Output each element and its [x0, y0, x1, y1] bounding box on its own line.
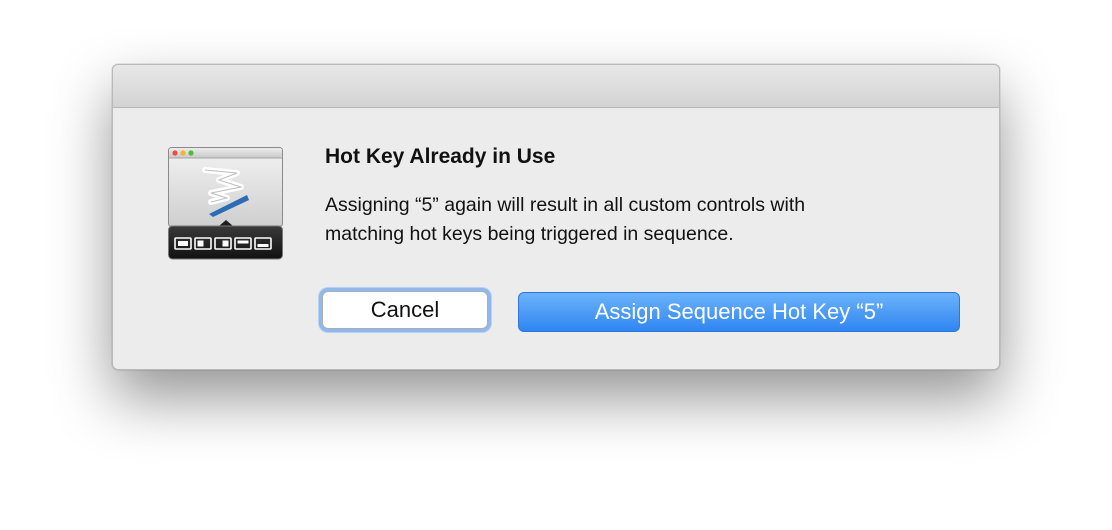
assign-sequence-hot-key-button[interactable]: Assign Sequence Hot Key “5”	[518, 292, 960, 332]
dialog-message-line: matching hot keys being triggered in seq…	[325, 223, 734, 245]
dialog-message-line: Assigning “5” again will result in all c…	[325, 194, 806, 216]
app-window-icon	[168, 147, 283, 260]
dialog-titlebar	[113, 65, 999, 108]
alert-dialog: Hot Key Already in Use Assigning “5” aga…	[112, 64, 1000, 370]
dialog-message: Assigning “5” again will result in all c…	[325, 191, 965, 249]
cancel-button[interactable]: Cancel	[322, 291, 488, 329]
dialog-title: Hot Key Already in Use	[325, 145, 556, 168]
screen: Hot Key Already in Use Assigning “5” aga…	[0, 0, 1112, 530]
